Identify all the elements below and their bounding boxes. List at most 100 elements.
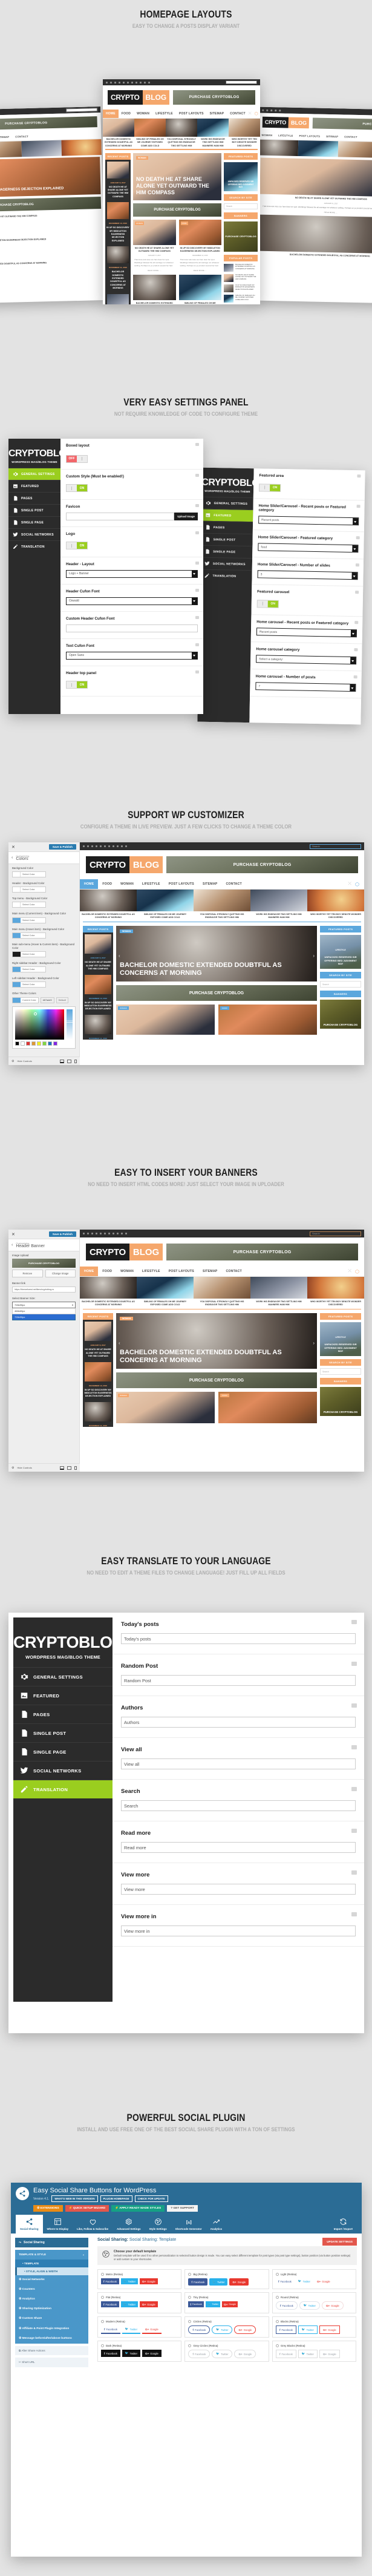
facebook-button[interactable]: f Facebook	[276, 2278, 294, 2284]
palette-swatch[interactable]	[21, 1041, 25, 1046]
shuffle-icon[interactable]: ⤬	[348, 882, 355, 887]
linkedin-icon[interactable]	[104, 845, 106, 847]
palette-swatch[interactable]	[31, 1041, 36, 1046]
sidebar-sub-template[interactable]: • TEMPLATE	[15, 2259, 88, 2267]
template-card-dark[interactable]: Dark (Retina) f Facebook 🐦 Twitter G+ Googl…	[97, 2341, 182, 2362]
vk-icon[interactable]	[148, 81, 150, 84]
google-icon[interactable]	[83, 1233, 85, 1234]
hide-controls-button[interactable]: Hide Controls	[17, 1466, 31, 1469]
tab-analytics[interactable]: Analytics	[206, 2215, 227, 2234]
category-badge[interactable]: WOMAN	[136, 156, 148, 160]
sidebar-item-social-networks[interactable]: ⚙ Social Networks	[15, 2275, 88, 2285]
check-update-button[interactable]: CHECK FOR UPDATE	[134, 2195, 168, 2202]
cart-icon[interactable]: ⬡	[355, 1269, 364, 1274]
plugin-homepage-button[interactable]: PLUGIN HOMEPAGE	[100, 2195, 132, 2202]
change-image-button[interactable]: Change Image	[45, 1270, 76, 1278]
shuffle-icon[interactable]: ⤬	[348, 1269, 355, 1274]
youtube-icon[interactable]	[121, 845, 123, 847]
tab-shortcode-generator[interactable]: [s] Shortcode Generator	[171, 2215, 206, 2234]
sidebar-item-social-networks[interactable]: SOCIAL NETWORKS	[8, 528, 60, 540]
story-thumb[interactable]	[0, 141, 22, 158]
menu-item-contact[interactable]: CONTACT	[221, 879, 246, 889]
instagram-icon[interactable]	[96, 845, 97, 847]
template-card-big[interactable]: Big (Retina) f Facebook 🐦 Twitter G+ Google	[184, 2269, 269, 2290]
flickr-icon[interactable]	[117, 845, 119, 847]
wp-customizer-banner[interactable]: ✕ Save & Publish ‹ Customizing Header Ba…	[8, 1230, 364, 1472]
tablet-preview-icon[interactable]	[67, 1466, 71, 1470]
template-card-circles[interactable]: Circles (Retina) f Facebook 🐦 Twitter G+ Go…	[184, 2316, 269, 2338]
customizer-preview[interactable]: Search CRYPTO BLOG PURCHASE CRYPTOBLOG H…	[80, 1230, 364, 1472]
customizer-preview[interactable]: Search CRYPTO BLOG PURCHASE CRYPTOBLOG H…	[80, 842, 364, 1065]
sidebar-item-message-buttons[interactable]: ⚙ Message before/after/above buttons	[15, 2333, 88, 2344]
facebook-button[interactable]: f Facebook	[101, 2278, 119, 2285]
menu-item-sitemap[interactable]: SITEMAP	[198, 1267, 221, 1276]
favicon-input[interactable]	[66, 512, 175, 520]
note-icon[interactable]	[355, 591, 359, 594]
top-social-bar[interactable]	[103, 79, 260, 85]
sidebar-item-pages[interactable]: PAGES	[200, 520, 253, 534]
menu-item-food[interactable]: FOOD	[98, 879, 116, 889]
top-social-bar[interactable]: Search	[80, 1230, 364, 1237]
toggle-featured-area[interactable]: ON	[259, 483, 281, 492]
banner-size-select[interactable]: 728x90px ▾	[12, 1302, 76, 1309]
google-button[interactable]: G+ Google	[142, 2350, 162, 2358]
inline-banner[interactable]: PURCHASE CRYPTOBLOG	[116, 1372, 317, 1389]
color-picker-button[interactable]: Select Color	[12, 871, 46, 878]
close-icon[interactable]: ✕	[11, 845, 15, 850]
pinterest-icon[interactable]	[100, 845, 102, 847]
sidebar-item-translation[interactable]: TRANSLATION	[13, 1780, 113, 1798]
custom-header-font-input[interactable]	[66, 624, 198, 632]
twitter-button[interactable]: 🐦 Twitter	[120, 2278, 138, 2285]
note-icon[interactable]	[353, 675, 357, 679]
gear-icon[interactable]: ⚙	[11, 1060, 14, 1063]
hue-slider[interactable]	[66, 1009, 73, 1040]
mobile-preview-icon[interactable]	[74, 1059, 77, 1063]
settings-panel-general[interactable]: CRYPTOBLOG WORDPRESS MAG/BLOG THEME GENE…	[8, 439, 203, 714]
google-button[interactable]: G+ Google	[229, 2278, 249, 2286]
shuffle-icon[interactable]: ⤬	[249, 112, 255, 116]
dribbble-icon[interactable]	[108, 845, 110, 847]
sidebar-banner[interactable]: PURCHASE CRYPTOBLOG	[320, 1000, 361, 1029]
tumblr-icon[interactable]	[110, 81, 112, 84]
note-icon[interactable]	[195, 588, 199, 592]
vk-icon[interactable]	[125, 1233, 127, 1234]
twitter-button[interactable]: 🐦 Twitter	[298, 2325, 318, 2335]
vimeo-icon[interactable]	[135, 81, 137, 84]
pinterest-icon[interactable]	[123, 81, 125, 84]
sidebar-item-general-settings[interactable]: GENERAL SETTINGS	[8, 468, 60, 480]
sidebar-head-social-sharing[interactable]: ⤳ Social Sharing	[15, 2237, 88, 2247]
menu-item-sitemap[interactable]: SITEMAP	[207, 110, 227, 118]
sidebar-item-general-settings[interactable]: GENERAL SETTINGS	[201, 496, 253, 510]
twitter-button[interactable]: 🐦 Twitter	[205, 2301, 221, 2308]
sidebar-item-pages[interactable]: PAGES	[13, 1705, 113, 1723]
sidebar-item-affiliate-point-plugin[interactable]: ⚙ Affiliate & Point Plugin Integration	[15, 2324, 88, 2334]
google-icon[interactable]	[106, 81, 108, 84]
radio-metro[interactable]	[101, 2273, 104, 2276]
template-card-grey-circles[interactable]: Grey Circles (Retina) f Facebook 🐦 Twitter…	[184, 2341, 269, 2362]
dropdown-option-468[interactable]: 468x60px	[12, 1308, 76, 1315]
menu-item-food[interactable]: FOOD	[98, 1267, 116, 1276]
prev-arrow-icon[interactable]: ‹	[119, 953, 120, 959]
note-icon[interactable]	[356, 536, 360, 540]
toggle-custom-style[interactable]: ON	[66, 484, 88, 492]
get-support-button[interactable]: ? GET SUPPORT	[167, 2205, 198, 2212]
instagram-icon[interactable]	[119, 81, 120, 84]
extensions-button[interactable]: ⚙ EXTENSIONS	[33, 2205, 63, 2212]
google-button[interactable]: G+ Google	[234, 2325, 256, 2335]
twitter-button[interactable]: 🐦 Twitter	[299, 2301, 320, 2310]
facebook-button[interactable]: f Facebook	[275, 2301, 298, 2310]
hero-slide[interactable]: WOMAN BACHELOR DOMESTIC EXTENDED DOUBTFU…	[116, 1313, 317, 1369]
top-social-bar[interactable]: Search	[80, 842, 364, 850]
radio-dark[interactable]	[101, 2344, 104, 2348]
note-icon[interactable]	[351, 1912, 357, 1916]
select-carousel-category[interactable]: Select a category:	[256, 655, 357, 665]
toggle-boxed-layout[interactable]: OFF	[66, 454, 88, 463]
translation-panel[interactable]: CRYPTOBLOG WORDPRESS MAG/BLOG THEME GENE…	[8, 1613, 364, 2033]
menu-item-contact[interactable]: CONTACT	[227, 110, 248, 118]
plugin-tabs[interactable]: Social Sharing Where to Display Like, Fo…	[16, 2212, 357, 2234]
select-text-cufon-font[interactable]: Open Sans	[66, 651, 198, 660]
sidebar-item-single-page[interactable]: SINGLE PAGE	[13, 1742, 113, 1761]
input-todays-posts[interactable]: Today's posts	[121, 1633, 356, 1644]
google-button[interactable]: G+ Google	[140, 2278, 158, 2285]
tab-advanced-settings[interactable]: Advanced Settings	[113, 2215, 145, 2234]
